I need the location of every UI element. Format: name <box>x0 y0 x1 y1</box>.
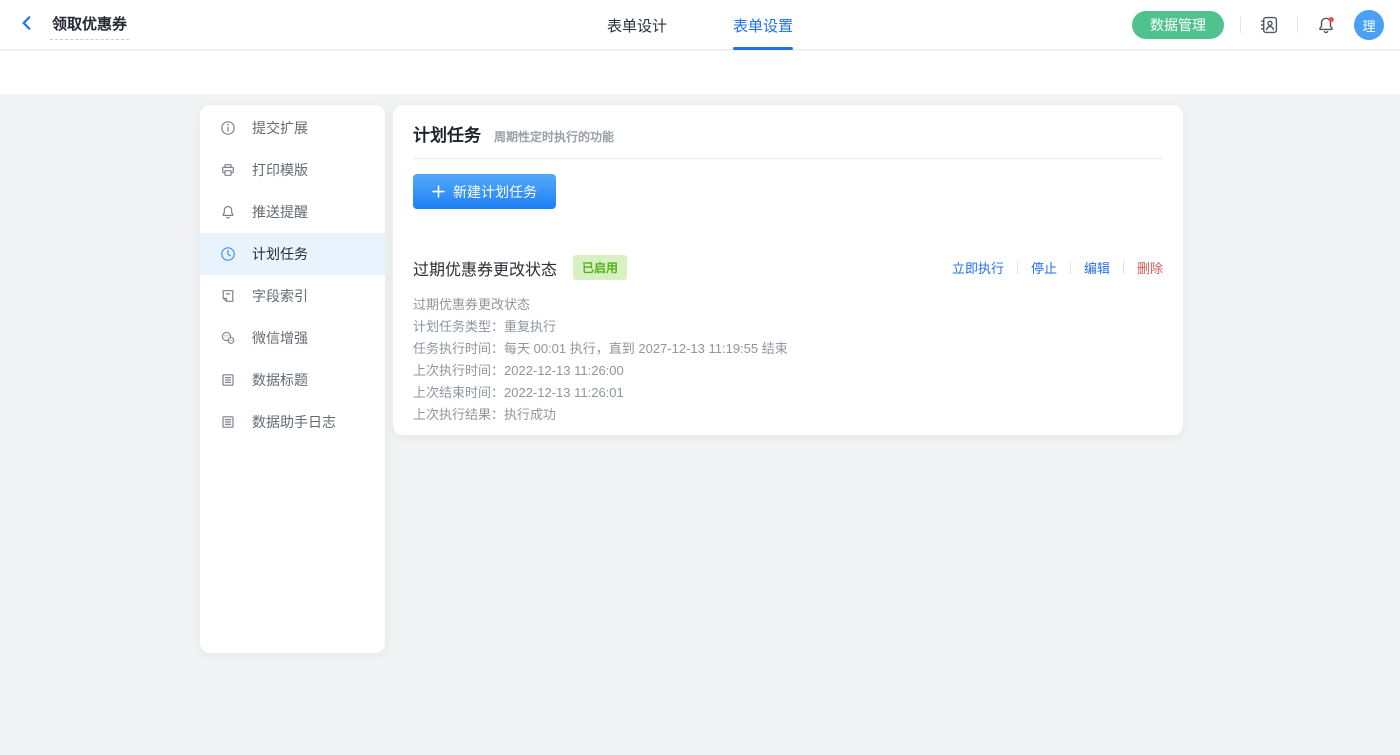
data-manage-button[interactable]: 数据管理 <box>1132 11 1224 39</box>
detail-line: 上次执行结果：执行成功 <box>413 404 1163 426</box>
detail-line: 上次结束时间：2022-12-13 11:26:01 <box>413 382 1163 404</box>
panel-header: 计划任务 周期性定时执行的功能 <box>413 105 1163 146</box>
subheader-strip <box>0 51 1400 94</box>
plus-icon <box>432 185 445 198</box>
edit-link[interactable]: 编辑 <box>1084 258 1110 277</box>
sidebar-item-push-reminder[interactable]: 推送提醒 <box>200 191 385 233</box>
detail-line: 计划任务类型：重复执行 <box>413 316 1163 338</box>
sidebar-item-label: 提交扩展 <box>252 118 308 138</box>
form-title[interactable]: 领取优惠券 <box>50 11 129 40</box>
log-icon <box>220 414 236 430</box>
divider <box>1240 17 1241 33</box>
sidebar-item-data-assistant-log[interactable]: 数据助手日志 <box>200 401 385 443</box>
divider <box>1017 261 1018 274</box>
header-left: 领取优惠券 <box>16 0 129 50</box>
execute-now-link[interactable]: 立即执行 <box>952 258 1004 277</box>
wechat-icon <box>220 330 236 346</box>
task-details: 过期优惠券更改状态 计划任务类型：重复执行 任务执行时间：每天 00:01 执行… <box>413 294 1163 426</box>
sidebar-item-data-title[interactable]: 数据标题 <box>200 359 385 401</box>
sidebar-item-label: 推送提醒 <box>252 202 308 222</box>
list-icon <box>220 372 236 388</box>
sidebar-item-label: 计划任务 <box>252 244 308 264</box>
new-scheduled-task-button[interactable]: 新建计划任务 <box>413 174 556 209</box>
panel-title: 计划任务 <box>413 121 481 146</box>
sidebar-item-print-template[interactable]: 打印模版 <box>200 149 385 191</box>
delete-link[interactable]: 删除 <box>1137 258 1163 277</box>
sidebar-item-label: 字段索引 <box>252 286 308 306</box>
panel-subtitle: 周期性定时执行的功能 <box>494 128 614 145</box>
sidebar-item-label: 微信增强 <box>252 328 308 348</box>
user-avatar[interactable]: 理 <box>1354 10 1384 40</box>
sidebar-item-label: 打印模版 <box>252 160 308 180</box>
status-badge: 已启用 <box>573 255 627 280</box>
task-actions: 立即执行 停止 编辑 删除 <box>952 258 1163 277</box>
tab-form-settings[interactable]: 表单设置 <box>733 0 793 50</box>
header-tabs: 表单设计 表单设置 <box>607 0 793 50</box>
sidebar-item-scheduled-tasks[interactable]: 计划任务 <box>200 233 385 275</box>
sidebar-item-wechat-enhance[interactable]: 微信增强 <box>200 317 385 359</box>
task-name: 过期优惠券更改状态 <box>413 256 557 280</box>
info-icon <box>220 120 236 136</box>
tab-form-design[interactable]: 表单设计 <box>607 0 667 50</box>
divider <box>413 158 1163 159</box>
detail-line: 上次执行时间：2022-12-13 11:26:00 <box>413 360 1163 382</box>
top-header: 领取优惠券 表单设计 表单设置 数据管理 理 <box>0 0 1400 50</box>
document-icon <box>220 288 236 304</box>
divider <box>1123 261 1124 274</box>
task-header-row: 过期优惠券更改状态 已启用 立即执行 停止 编辑 删除 <box>413 255 1163 280</box>
sidebar-item-label: 数据助手日志 <box>252 412 336 432</box>
scheduled-tasks-panel: 计划任务 周期性定时执行的功能 新建计划任务 过期优惠券更改状态 已启用 立即执… <box>393 105 1183 435</box>
sidebar-item-field-index[interactable]: 字段索引 <box>200 275 385 317</box>
contacts-icon[interactable] <box>1257 13 1281 37</box>
back-button[interactable] <box>16 14 38 36</box>
clock-icon <box>220 246 236 262</box>
divider <box>1070 261 1071 274</box>
stop-link[interactable]: 停止 <box>1031 258 1057 277</box>
printer-icon <box>220 162 236 178</box>
divider <box>1297 17 1298 33</box>
bell-icon <box>220 204 236 220</box>
sidebar-item-label: 数据标题 <box>252 370 308 390</box>
back-chevron-icon <box>18 14 36 37</box>
header-actions: 数据管理 理 <box>1132 0 1384 50</box>
new-task-button-label: 新建计划任务 <box>453 182 537 202</box>
settings-sidebar: 提交扩展 打印模版 推送提醒 计划任务 <box>200 105 385 653</box>
detail-line: 过期优惠券更改状态 <box>413 294 1163 316</box>
detail-line: 任务执行时间：每天 00:01 执行，直到 2027-12-13 11:19:5… <box>413 338 1163 360</box>
notification-bell-icon[interactable] <box>1314 13 1338 37</box>
sidebar-item-submit-extension[interactable]: 提交扩展 <box>200 107 385 149</box>
